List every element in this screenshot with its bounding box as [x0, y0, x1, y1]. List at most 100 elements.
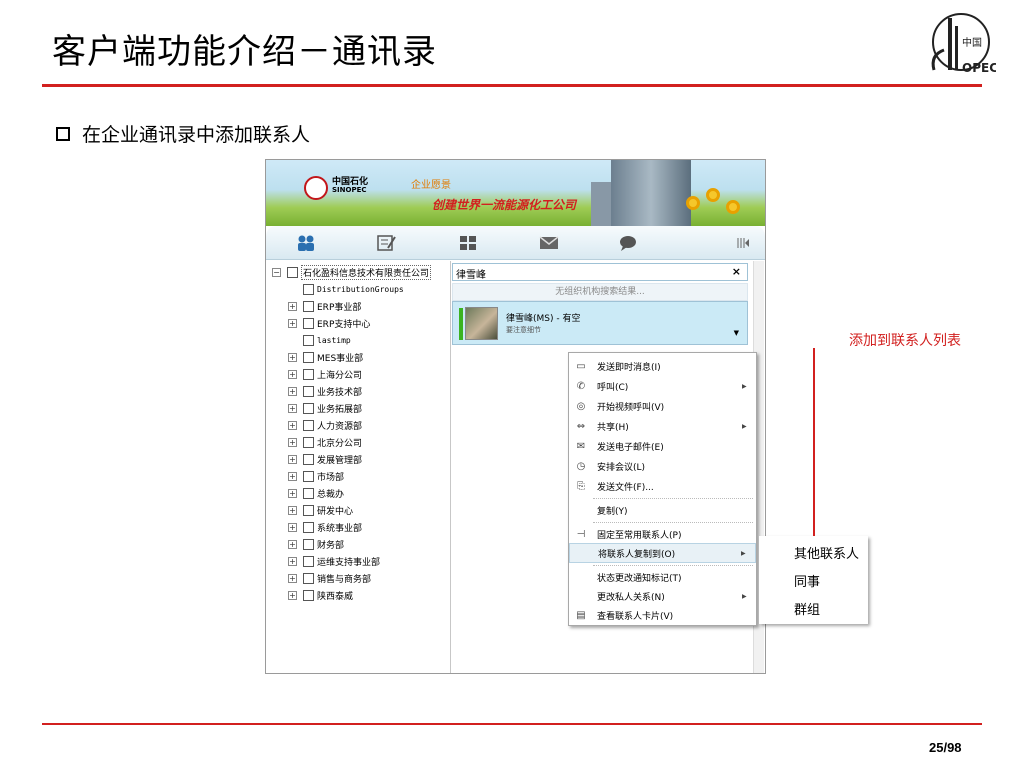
tree-item-label: MES事业部	[317, 354, 364, 364]
checkbox[interactable]	[303, 471, 314, 482]
submenu-item-other-contacts[interactable]: 其他联系人	[759, 538, 868, 566]
bullet-square-icon	[56, 126, 70, 141]
checkbox[interactable]	[303, 420, 314, 431]
expand-toggle-icon[interactable]: +	[288, 438, 297, 447]
tree-item[interactable]: + 系统事业部	[288, 519, 362, 536]
expand-toggle-icon[interactable]: +	[288, 472, 297, 481]
expand-toggle-icon[interactable]: +	[288, 387, 297, 396]
expand-toggle-icon[interactable]: +	[288, 591, 297, 600]
checkbox[interactable]	[303, 437, 314, 448]
menu-item-copy-contact-to[interactable]: 将联系人复制到(O) ▶	[569, 543, 756, 563]
expand-toggle-icon[interactable]: +	[288, 404, 297, 413]
menu-item-schedule-meeting[interactable]: ◷ 安排会议(L)	[569, 456, 756, 476]
checkbox[interactable]	[303, 284, 314, 295]
menu-item-status-alert[interactable]: 状态更改通知标记(T)	[569, 567, 756, 587]
checkbox[interactable]	[303, 505, 314, 516]
tree-item[interactable]: + 财务部	[288, 536, 344, 553]
tree-item[interactable]: + 运维支持事业部	[288, 553, 380, 570]
expand-toggle-icon[interactable]: +	[288, 370, 297, 379]
tree-item[interactable]: DistributionGroups	[303, 281, 404, 298]
checkbox[interactable]	[303, 539, 314, 550]
expand-toggle-icon[interactable]: +	[288, 421, 297, 430]
no-org-results: 无组织机构搜索结果...	[452, 283, 748, 301]
conversations-icon[interactable]	[458, 234, 478, 252]
tree-item[interactable]: lastimp	[303, 332, 351, 349]
tree-item[interactable]: + 业务技术部	[288, 383, 362, 400]
tree-item[interactable]: + 研发中心	[288, 502, 353, 519]
tree-item[interactable]: + 北京分公司	[288, 434, 362, 451]
checkbox[interactable]	[303, 573, 314, 584]
search-input[interactable]: 律雪峰 ×	[452, 263, 748, 281]
tree-item[interactable]: + 市场部	[288, 468, 344, 485]
tree-item[interactable]: + 陕西泰威	[288, 587, 353, 604]
contact-result[interactable]: 律雪峰(MS) - 有空 要注意细节 ▼	[452, 301, 748, 345]
checkbox[interactable]	[303, 454, 314, 465]
tree-item-label: lastimp	[317, 336, 351, 345]
tree-item[interactable]: + 业务拓展部	[288, 400, 362, 417]
checkbox[interactable]	[303, 386, 314, 397]
mail-icon[interactable]	[539, 234, 559, 252]
tree-item-label: 人力资源部	[317, 422, 363, 432]
checkbox[interactable]	[303, 301, 314, 312]
video-icon: ◎	[576, 400, 586, 412]
footer-divider	[42, 723, 982, 725]
menu-item-copy[interactable]: 复制(Y)	[569, 500, 756, 520]
sinopec-logo: 中国 OPEC	[931, 13, 996, 75]
submenu-item-colleagues[interactable]: 同事	[759, 566, 868, 594]
checkbox[interactable]	[303, 335, 314, 346]
expand-toggle-icon[interactable]: +	[288, 353, 297, 362]
tree-item-label: 销售与商务部	[317, 575, 372, 585]
checkbox[interactable]	[303, 556, 314, 567]
tree-item[interactable]: + 人力资源部	[288, 417, 362, 434]
expand-toggle-icon[interactable]: +	[288, 302, 297, 311]
bullet-point: 在企业通讯录中添加联系人	[56, 120, 310, 147]
checkbox[interactable]	[287, 267, 298, 278]
menu-item-call[interactable]: ✆ 呼叫(C) ▶	[569, 376, 756, 396]
checkbox[interactable]	[303, 352, 314, 363]
menu-item-pin-contact[interactable]: ⊣ 固定至常用联系人(P)	[569, 524, 756, 544]
tree-item-label: 业务拓展部	[317, 405, 363, 415]
tree-item[interactable]: + 发展管理部	[288, 451, 362, 468]
tree-item[interactable]: + 上海分公司	[288, 366, 362, 383]
tower-graphic	[611, 160, 691, 226]
collapse-pane-icon[interactable]	[736, 234, 750, 252]
chevron-down-icon[interactable]: ▼	[734, 329, 739, 337]
checkbox[interactable]	[303, 590, 314, 601]
expand-toggle-icon[interactable]: +	[288, 574, 297, 583]
page-number: 25/98	[929, 740, 962, 755]
checkbox[interactable]	[303, 522, 314, 533]
expand-toggle-icon[interactable]: +	[288, 523, 297, 532]
status-edit-icon[interactable]	[376, 234, 396, 252]
menu-item-share[interactable]: ⇔ 共享(H) ▶	[569, 416, 756, 436]
tree-item[interactable]: + ERP支持中心	[288, 315, 370, 332]
menu-item-video-call[interactable]: ◎ 开始视频呼叫(V)	[569, 396, 756, 416]
menu-item-privacy-relationship[interactable]: 更改私人关系(N) ▶	[569, 586, 756, 606]
tree-item[interactable]: + MES事业部	[288, 349, 363, 366]
presence-indicator	[459, 308, 463, 340]
expand-toggle-icon[interactable]: +	[288, 489, 297, 498]
tree-item[interactable]: + ERP事业部	[288, 298, 361, 315]
checkbox[interactable]	[303, 403, 314, 414]
menu-item-send-file[interactable]: ⎘ 发送文件(F)...	[569, 476, 756, 496]
tree-root[interactable]: − 石化盈科信息技术有限责任公司	[272, 264, 432, 281]
expand-toggle-icon[interactable]: +	[288, 455, 297, 464]
submenu-item-groups[interactable]: 群组	[759, 594, 868, 622]
collapse-toggle-icon[interactable]: −	[272, 268, 281, 277]
avatar	[465, 307, 498, 340]
tree-item[interactable]: + 总裁办	[288, 485, 344, 502]
checkbox[interactable]	[303, 369, 314, 380]
menu-item-view-card[interactable]: ▤ 查看联系人卡片(V)	[569, 605, 756, 625]
expand-toggle-icon[interactable]: +	[288, 557, 297, 566]
checkbox[interactable]	[303, 488, 314, 499]
expand-toggle-icon[interactable]: +	[288, 540, 297, 549]
tree-item[interactable]: + 销售与商务部	[288, 570, 371, 587]
chat-bubble-icon[interactable]	[618, 234, 638, 252]
contacts-icon[interactable]	[296, 234, 316, 252]
menu-item-send-email[interactable]: ✉ 发送电子邮件(E)	[569, 436, 756, 456]
menu-item-send-im[interactable]: ▭ 发送即时消息(I)	[569, 356, 756, 376]
checkbox[interactable]	[303, 318, 314, 329]
expand-toggle-icon[interactable]: +	[288, 319, 297, 328]
clear-search-icon[interactable]: ×	[732, 265, 741, 278]
expand-toggle-icon[interactable]: +	[288, 506, 297, 515]
tree-item-label: 市场部	[317, 473, 345, 483]
